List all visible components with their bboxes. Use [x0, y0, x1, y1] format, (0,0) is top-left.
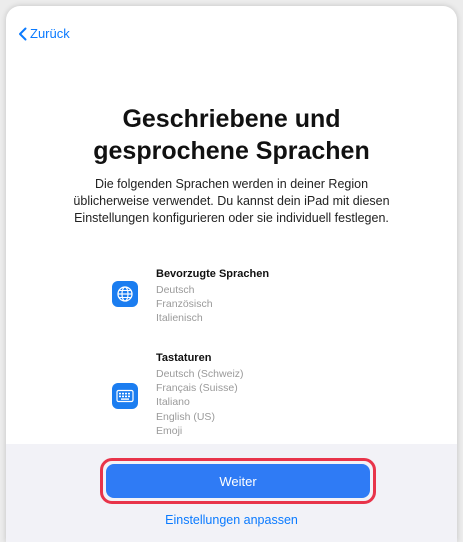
page-title: Geschriebene und gesprochene Sprachen — [6, 103, 457, 167]
keyboards-heading: Tastaturen — [156, 352, 212, 364]
title-line-1: Geschriebene und — [122, 105, 341, 133]
keyboard-item: Deutsch (Schweiz) — [156, 368, 244, 380]
title-line-2: gesprochene Sprachen — [93, 137, 370, 165]
description-line-1: Die folgenden Sprachen werden in deiner … — [94, 177, 369, 191]
language-item: Deutsch — [156, 284, 195, 296]
keyboards-list: Deutsch (Schweiz) Français (Suisse) Ital… — [156, 367, 244, 438]
keyboard-item: Italiano — [156, 396, 190, 409]
keyboard-item: Emoji — [156, 424, 183, 437]
back-label: Zurück — [30, 26, 70, 41]
language-item: Italienisch — [156, 312, 203, 325]
description-line-2: üblicherweise verwendet. Du kannst dein … — [73, 194, 390, 208]
chevron-left-icon — [19, 27, 27, 40]
customize-settings-link[interactable]: Einstellungen anpassen — [6, 513, 457, 527]
back-button[interactable]: Zurück — [18, 26, 70, 41]
language-item: Französisch — [156, 298, 213, 311]
page-description: Die folgenden Sprachen werden in deiner … — [36, 176, 427, 227]
keyboard-icon — [112, 383, 138, 409]
keyboard-item: English (US) — [156, 410, 215, 423]
description-line-3: Einstellungen konfigurieren oder sie ind… — [74, 211, 389, 225]
globe-icon — [112, 281, 138, 307]
keyboard-item: Français (Suisse) — [156, 382, 238, 395]
preferred-languages-list: Deutsch Französisch Italienisch — [156, 283, 213, 326]
continue-button[interactable]: Weiter — [106, 464, 370, 498]
preferred-languages-heading: Bevorzugte Sprachen — [156, 268, 270, 280]
setup-screen: Zurück Geschriebene und gesprochene Spra… — [6, 6, 457, 542]
